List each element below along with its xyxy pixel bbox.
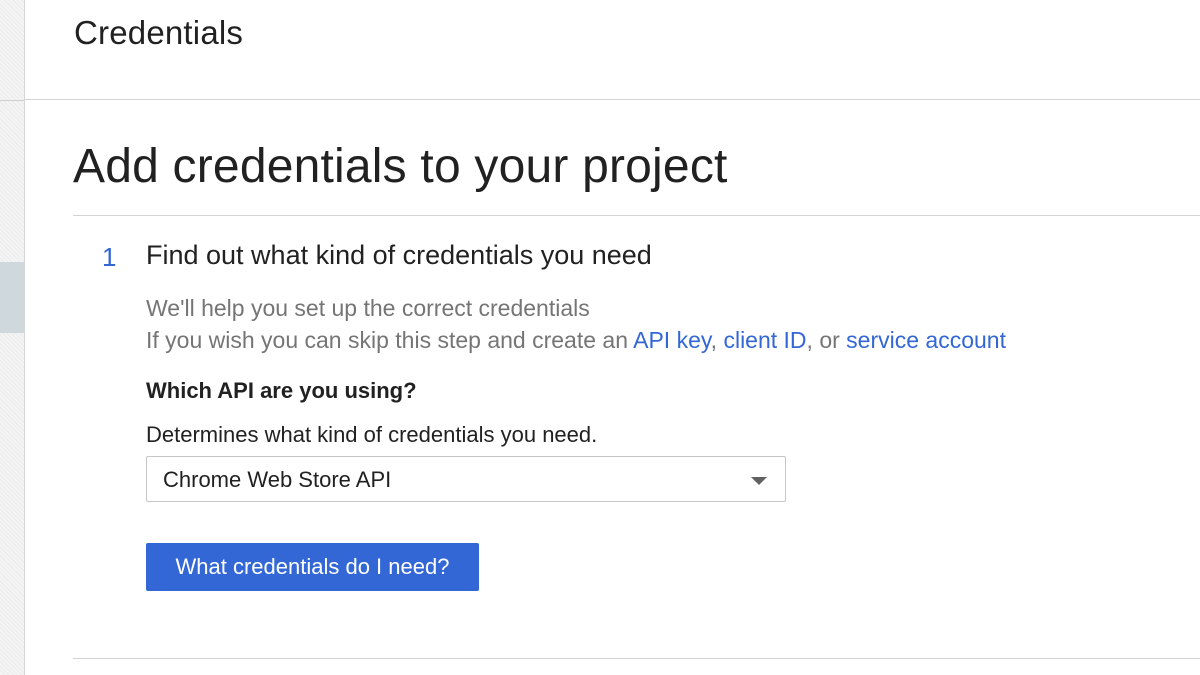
api-key-link[interactable]: API key — [633, 327, 711, 353]
step-title: Find out what kind of credentials you ne… — [146, 240, 652, 270]
caret-down-icon — [751, 477, 767, 485]
help-text-prefix: If you wish you can skip this step and c… — [146, 327, 628, 353]
help-text-line2: If you wish you can skip this step and c… — [146, 324, 1006, 356]
step-number: 1 — [102, 242, 117, 272]
sidebar-divider — [0, 100, 24, 101]
sidebar-active-item[interactable] — [0, 262, 24, 333]
page-header: Credentials — [25, 0, 1200, 100]
page-header-title: Credentials — [74, 14, 244, 51]
sidebar-rail[interactable] — [0, 0, 25, 675]
api-question-hint: Determines what kind of credentials you … — [146, 422, 598, 447]
help-text-separator: , or — [806, 327, 840, 353]
page-title: Add credentials to your project — [73, 140, 728, 193]
help-text-separator: , — [710, 327, 718, 353]
client-id-link[interactable]: client ID — [723, 327, 806, 353]
api-select-dropdown[interactable]: Chrome Web Store API — [146, 456, 786, 502]
credentials-page: Credentials Add credentials to your proj… — [0, 0, 1200, 675]
section-divider — [73, 658, 1200, 659]
api-select-value: Chrome Web Store API — [163, 467, 392, 492]
title-divider — [73, 215, 1200, 216]
api-question-label: Which API are you using? — [146, 378, 417, 403]
service-account-link[interactable]: service account — [846, 327, 1006, 353]
what-credentials-button[interactable]: What credentials do I need? — [146, 543, 479, 591]
help-text-line1: We'll help you set up the correct creden… — [146, 295, 590, 321]
